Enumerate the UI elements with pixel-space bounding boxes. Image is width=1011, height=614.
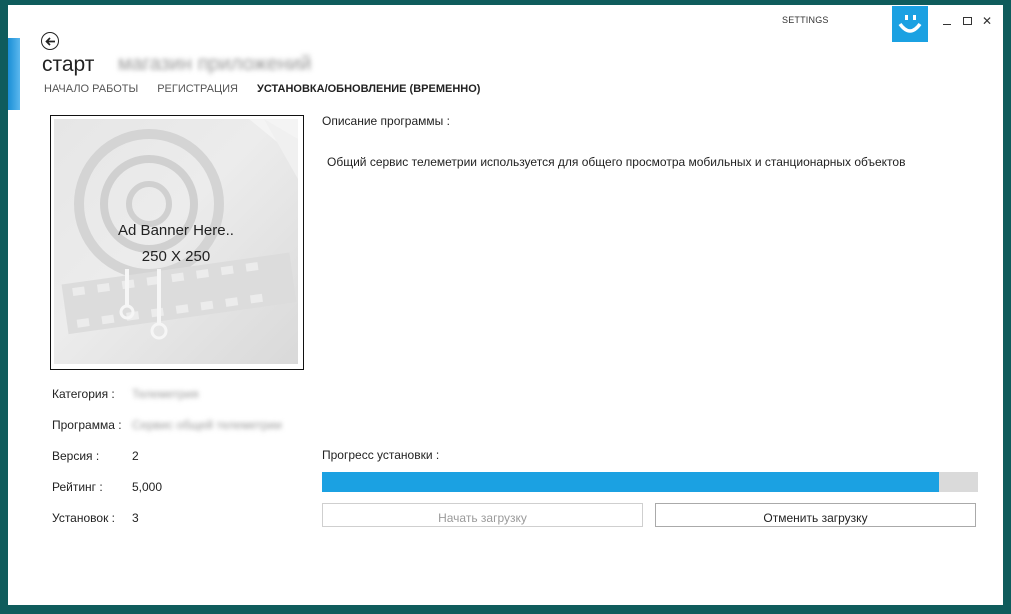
- ad-banner-image: Ad Banner Here.. 250 X 250: [54, 119, 298, 364]
- installs-label: Установок :: [52, 511, 115, 525]
- start-download-button[interactable]: Начать загрузку: [322, 503, 643, 527]
- program-value: Сервис общей телеметрии: [132, 418, 282, 432]
- category-label: Категория :: [52, 387, 115, 401]
- settings-link[interactable]: SETTINGS: [782, 15, 829, 25]
- window-controls: ✕: [941, 15, 993, 27]
- page-title: старт: [42, 53, 95, 76]
- banner-text-line2: 250 X 250: [141, 248, 211, 265]
- category-value: Телеметрия: [132, 387, 199, 401]
- tab-install-update[interactable]: УСТАНОВКА/ОБНОВЛЕНИЕ (ВРЕМЕННО): [257, 83, 480, 95]
- tab-registration[interactable]: РЕГИСТРАЦИЯ: [157, 83, 238, 95]
- version-value: 2: [132, 449, 139, 463]
- left-accent-bar: [8, 38, 20, 110]
- version-label: Версия :: [52, 449, 100, 463]
- maximize-icon[interactable]: [961, 15, 973, 27]
- app-window: SETTINGS ✕ старт магазин приложений НАЧА…: [8, 5, 1003, 605]
- ad-banner[interactable]: Ad Banner Here.. 250 X 250: [50, 115, 304, 370]
- cancel-download-button[interactable]: Отменить загрузку: [655, 503, 976, 527]
- progress-bar: [322, 472, 978, 492]
- rating-value: 5,000: [132, 480, 163, 494]
- back-arrow-icon[interactable]: [41, 32, 59, 50]
- progress-fill: [322, 472, 939, 492]
- rating-label: Рейтинг :: [52, 480, 103, 494]
- program-label: Программа :: [52, 418, 122, 432]
- minimize-icon[interactable]: [941, 15, 953, 27]
- tab-bar: НАЧАЛО РАБОТЫ РЕГИСТРАЦИЯ УСТАНОВКА/ОБНО…: [44, 83, 480, 95]
- installs-value: 3: [132, 511, 139, 525]
- description-text: Общий сервис телеметрии используется для…: [327, 155, 906, 169]
- smiley-icon[interactable]: [892, 6, 928, 42]
- tab-getting-started[interactable]: НАЧАЛО РАБОТЫ: [44, 83, 138, 95]
- close-icon[interactable]: ✕: [981, 15, 993, 27]
- banner-text-line1: Ad Banner Here..: [118, 222, 234, 239]
- page-subtitle: магазин приложений: [118, 53, 312, 75]
- progress-label: Прогресс установки :: [322, 448, 440, 462]
- description-label: Описание программы :: [322, 114, 450, 128]
